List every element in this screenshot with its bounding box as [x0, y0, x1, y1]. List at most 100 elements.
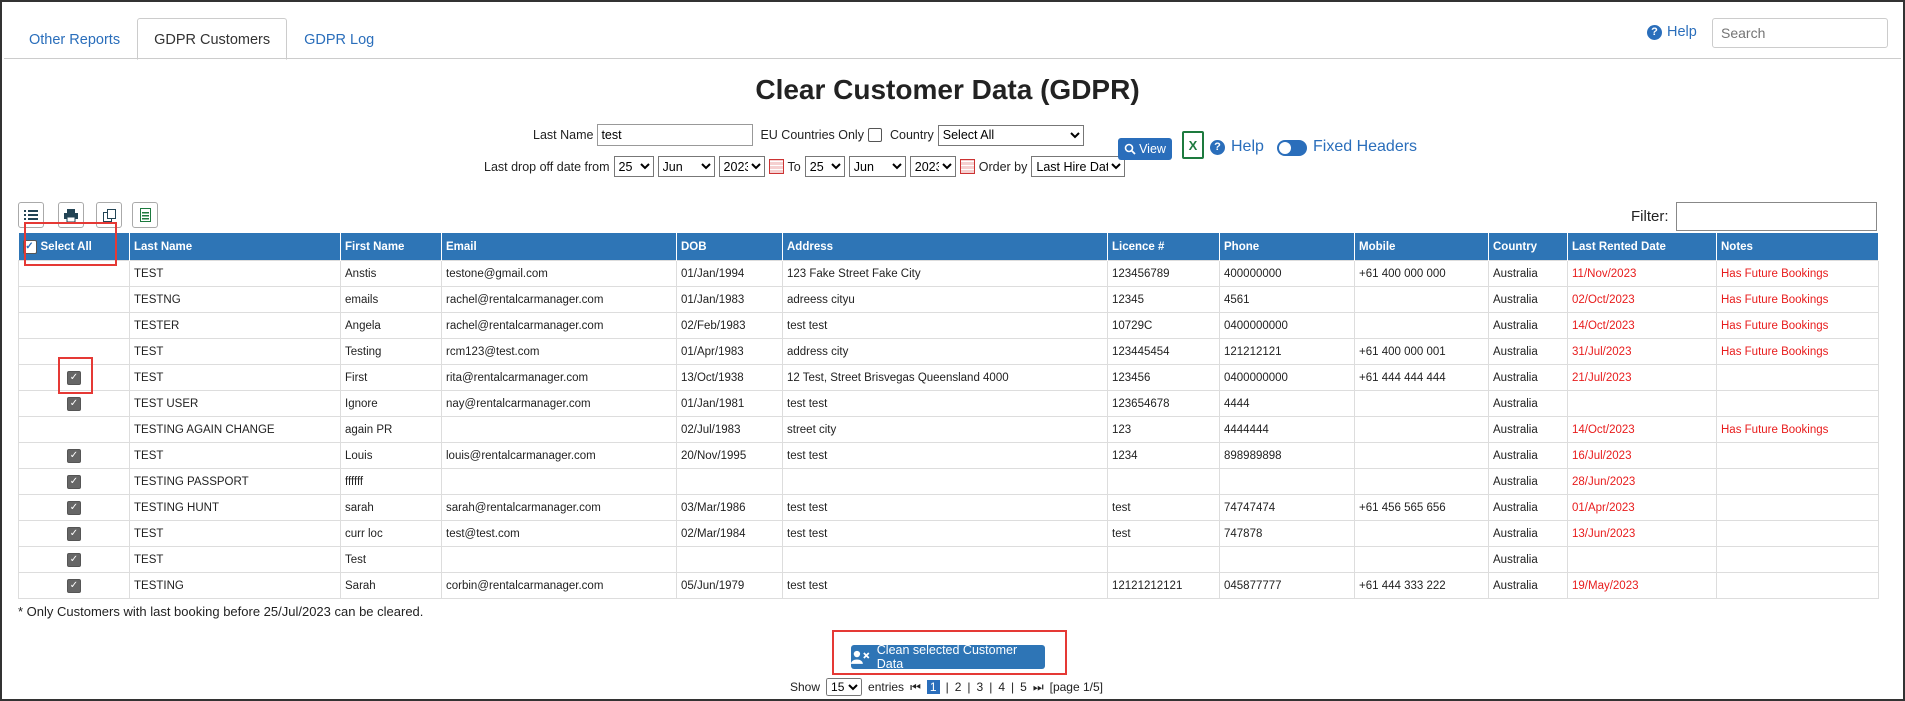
table-cell [1354, 286, 1489, 313]
row-select-checkbox[interactable]: ✓ [67, 474, 81, 489]
table-cell: test test [782, 520, 1108, 547]
row-select-checkbox[interactable]: ✓ [67, 552, 81, 567]
column-header[interactable]: Last Rented Date [1567, 233, 1717, 261]
table-cell: 123456789 [1107, 260, 1220, 287]
table-cell: Australia [1488, 364, 1568, 391]
from-year-select[interactable]: 2023 [718, 156, 765, 177]
to-month-select[interactable]: Jun [848, 156, 906, 177]
table-row: TESTER Angela rachel@rentalcarmanager.com 0… [18, 312, 1879, 339]
csv-export-button[interactable] [132, 202, 158, 228]
country-select[interactable]: Select All [937, 124, 1084, 146]
table-cell: test [1107, 520, 1220, 547]
row-select-checkbox[interactable]: ✓ [67, 578, 81, 593]
row-select-cell [18, 312, 130, 339]
column-header[interactable]: Licence # [1107, 233, 1220, 261]
filter-help-link[interactable]: ? Help [1210, 138, 1264, 156]
eu-only-checkbox[interactable] [867, 128, 882, 142]
list-icon [24, 210, 38, 220]
column-header[interactable]: Notes [1716, 233, 1879, 261]
table-cell [782, 468, 1108, 495]
tab-other-reports[interactable]: Other Reports [12, 18, 137, 60]
page-link-4[interactable]: 4 [998, 680, 1005, 694]
table-cell: Australia [1488, 468, 1568, 495]
help-icon: ? [1647, 24, 1662, 40]
table-cell: Australia [1488, 520, 1568, 547]
page-link-2[interactable]: 2 [955, 680, 962, 694]
column-header[interactable]: Mobile [1354, 233, 1489, 261]
excel-export-icon[interactable]: X [1182, 131, 1204, 159]
to-calendar-icon[interactable] [959, 159, 975, 174]
clean-customer-data-button[interactable]: Clean selected Customer Data [851, 643, 1045, 671]
column-header[interactable]: First Name [340, 233, 442, 261]
column-header[interactable]: Phone [1219, 233, 1355, 261]
top-help-link[interactable]: ? Help [1647, 24, 1697, 40]
to-year-select[interactable]: 2023 [909, 156, 956, 177]
column-header[interactable]: Email [441, 233, 677, 261]
table-cell [1354, 416, 1489, 443]
table-cell: Australia [1488, 442, 1568, 469]
table-cell: TESTING [129, 572, 341, 599]
page-title: Clear Customer Data (GDPR) [755, 74, 1140, 105]
table-cell: 13/Oct/1938 [676, 364, 783, 391]
page-link-1[interactable]: 1 [926, 680, 940, 694]
table-cell: ffffff [340, 468, 442, 495]
fixed-headers-label: Fixed Headers [1313, 138, 1418, 155]
column-header[interactable]: Country [1488, 233, 1568, 261]
table-row: ✓ TEST USER Ignore nay@rentalcarmanager.com… [18, 390, 1879, 417]
filter-help-label: Help [1231, 138, 1264, 155]
table-cell [1354, 390, 1489, 417]
copy-icon [102, 208, 116, 222]
table-cell: Ignore [340, 390, 442, 417]
table-cell: Has Future Bookings [1716, 312, 1879, 339]
table-cell: 05/Jun/1979 [676, 572, 783, 599]
last-page-icon[interactable]: ⏭ [1033, 680, 1044, 695]
table-cell: Has Future Bookings [1716, 338, 1879, 365]
table-cell: +61 444 333 222 [1354, 572, 1489, 599]
table-cell: test test [782, 494, 1108, 521]
row-select-checkbox[interactable]: ✓ [67, 448, 81, 463]
column-header[interactable]: Last Name [129, 233, 341, 261]
table-cell: test test [782, 390, 1108, 417]
table-cell: TEST [129, 442, 341, 469]
table-cell: Australia [1488, 260, 1568, 287]
table-cell: Australia [1488, 338, 1568, 365]
column-header[interactable]: DOB [676, 233, 783, 261]
order-by-select[interactable]: Last Hire Date [1031, 156, 1126, 177]
row-select-checkbox[interactable]: ✓ [67, 500, 81, 515]
table-row: ✓ TEST First rita@rentalcarmanager.com 13/Oc… [18, 364, 1879, 391]
top-search-input[interactable] [1712, 18, 1888, 48]
tab-gdpr-customers[interactable]: GDPR Customers [137, 18, 288, 60]
table-cell [441, 468, 677, 495]
table-cell [1716, 546, 1879, 573]
row-select-checkbox[interactable]: ✓ [67, 396, 81, 411]
table-cell: nay@rentalcarmanager.com [441, 390, 677, 417]
from-day-select[interactable]: 25 [613, 156, 654, 177]
search-icon [1124, 143, 1136, 155]
filter-input[interactable] [1676, 202, 1877, 231]
table-cell [1219, 468, 1355, 495]
from-month-select[interactable]: Jun [657, 156, 715, 177]
table-cell: 121212121 [1219, 338, 1355, 365]
page-link-5[interactable]: 5 [1020, 680, 1027, 694]
last-name-input[interactable] [597, 124, 754, 146]
drop-from-label: Last drop off date from [484, 159, 610, 174]
table-cell: corbin@rentalcarmanager.com [441, 572, 677, 599]
entries-select[interactable]: 15 [826, 678, 863, 696]
view-button[interactable]: View [1118, 138, 1172, 160]
tab-gdpr-log[interactable]: GDPR Log [287, 18, 391, 60]
page-link-3[interactable]: 3 [977, 680, 984, 694]
table-row: TEST Anstis testone@gmail.com 01/Jan/1994 12… [18, 260, 1879, 287]
fixed-headers-toggle[interactable] [1277, 140, 1307, 156]
table-cell: rita@rentalcarmanager.com [441, 364, 677, 391]
from-calendar-icon[interactable] [768, 159, 784, 174]
table-cell: 123456 [1107, 364, 1220, 391]
table-cell: 01/Jan/1983 [676, 286, 783, 313]
row-select-checkbox[interactable]: ✓ [67, 526, 81, 541]
table-cell [1716, 494, 1879, 521]
to-day-select[interactable]: 25 [804, 156, 845, 177]
table-cell [1354, 546, 1489, 573]
table-cell: sarah [340, 494, 442, 521]
table-cell: 12 Test, Street Brisvegas Queensland 400… [782, 364, 1108, 391]
first-page-icon[interactable]: ⏮ [910, 680, 921, 695]
column-header[interactable]: Address [782, 233, 1108, 261]
